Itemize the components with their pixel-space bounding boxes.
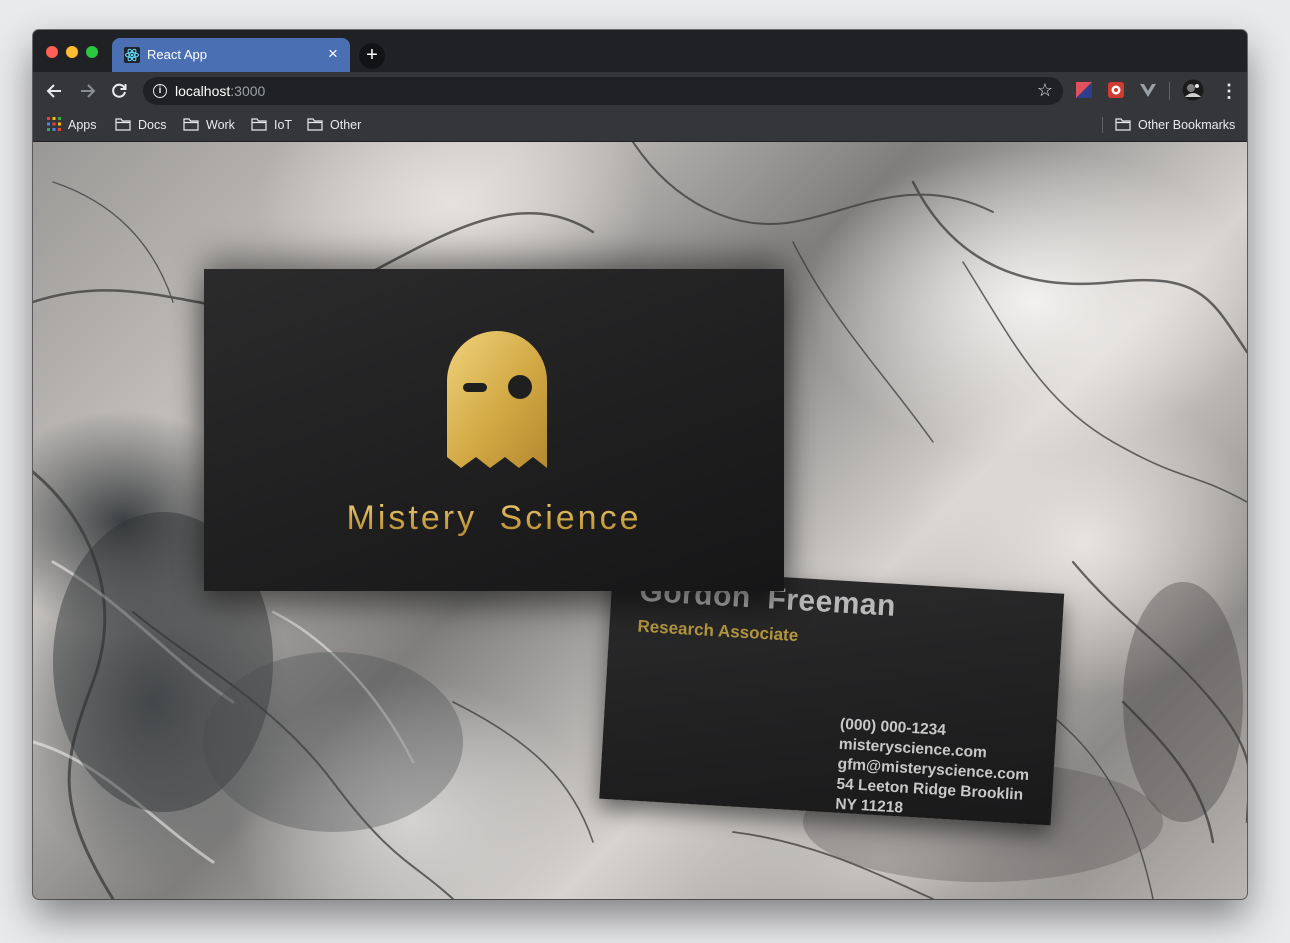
window-maximize-button[interactable] [86, 46, 98, 58]
window-close-button[interactable] [46, 46, 58, 58]
bookmark-folder-other[interactable]: Other [307, 117, 361, 133]
tab-strip: React App × + [33, 30, 1247, 72]
url-host: localhost [175, 83, 231, 99]
bookmark-label: IoT [274, 118, 293, 132]
folder-icon [1115, 118, 1131, 131]
extension-flag-icon[interactable] [1075, 81, 1093, 99]
toolbar-divider [1169, 82, 1170, 100]
browser-window: React App × + i localhost:3000 ☆ ⋮ Apps … [33, 30, 1247, 899]
tab-react-app[interactable]: React App × [112, 38, 350, 72]
bookmarks-bar: Apps Docs Work IoT Other Other Bookmarks [33, 110, 1247, 142]
bookmarks-divider [1102, 117, 1103, 133]
other-bookmarks-folder[interactable]: Other Bookmarks [1115, 117, 1235, 133]
extension-puzzle-icon[interactable] [1107, 81, 1125, 99]
menu-dots-icon[interactable]: ⋮ [1220, 81, 1238, 101]
business-card-front: Mistery Science [204, 269, 784, 591]
folder-icon [183, 118, 199, 131]
toolbar: i localhost:3000 ☆ ⋮ [33, 72, 1247, 110]
bookmark-folder-iot[interactable]: IoT [251, 117, 292, 133]
tab-close-icon[interactable]: × [324, 45, 342, 63]
bookmark-apps[interactable]: Apps [47, 117, 97, 133]
tab-title: React App [147, 47, 207, 62]
forward-arrow-icon[interactable] [76, 80, 98, 102]
card-person-title: Research Associate [636, 616, 799, 646]
react-atom-icon [124, 47, 140, 63]
bookmark-star-icon[interactable]: ☆ [1037, 80, 1053, 101]
card-brand-name: Mistery Science [204, 499, 784, 538]
extension-vue-icon[interactable] [1139, 81, 1157, 99]
folder-icon [115, 118, 131, 131]
bookmark-label: Work [206, 118, 235, 132]
other-bookmarks-label: Other Bookmarks [1138, 118, 1236, 132]
bookmark-label: Docs [138, 118, 167, 132]
folder-icon [251, 118, 267, 131]
url-port: :3000 [230, 83, 266, 99]
ghost-logo-icon [447, 331, 547, 468]
site-info-icon[interactable]: i [153, 84, 167, 98]
window-minimize-button[interactable] [66, 46, 78, 58]
bookmark-folder-work[interactable]: Work [183, 117, 235, 133]
address-bar[interactable]: i localhost:3000 ☆ [143, 77, 1063, 105]
page-content: Gordon Freeman Research Associate (000) … [33, 142, 1247, 899]
bookmark-folder-docs[interactable]: Docs [115, 117, 166, 133]
back-arrow-icon[interactable] [44, 80, 66, 102]
bookmark-label: Other [330, 118, 362, 132]
new-tab-button[interactable]: + [359, 43, 385, 69]
bookmark-apps-label: Apps [68, 118, 97, 132]
url-text[interactable]: localhost:3000 [175, 83, 265, 99]
profile-avatar-icon[interactable] [1182, 79, 1204, 101]
apps-grid-icon [47, 117, 61, 131]
folder-icon [307, 118, 323, 131]
reload-icon[interactable] [108, 80, 130, 102]
card-contact-block: (000) 000-1234 misteryscience.com gfm@mi… [835, 715, 1032, 826]
business-card-back: Gordon Freeman Research Associate (000) … [599, 567, 1065, 826]
